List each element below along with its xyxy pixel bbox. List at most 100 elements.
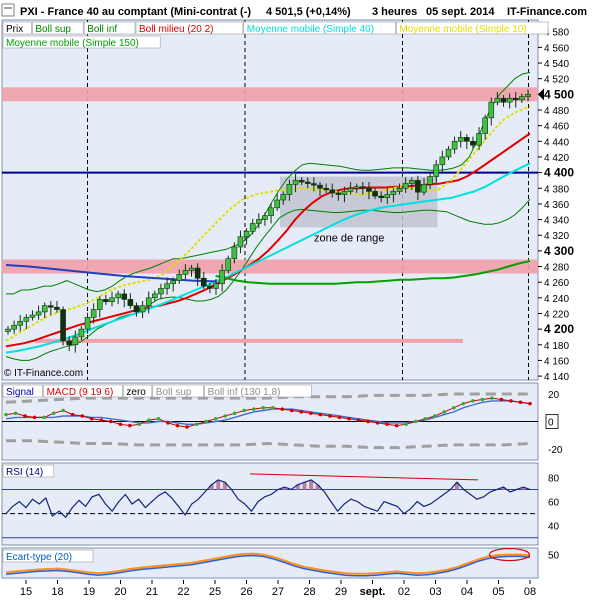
macd-point (223, 414, 227, 418)
header-price: 4 501,5 (+0,14%) (266, 6, 351, 18)
candle-body (470, 141, 476, 146)
main-y-tick-label: 4 220 (544, 309, 569, 320)
macd-point (328, 414, 332, 418)
range-zone-label: zone de range (314, 232, 384, 244)
x-tick-label: 25 (209, 586, 221, 598)
candle-body (152, 293, 158, 299)
candle-body (378, 195, 384, 198)
x-tick-label: 29 (335, 586, 347, 598)
candle-body (231, 246, 238, 259)
candle-body (200, 277, 207, 287)
main-y-tick-label: 4 240 (544, 294, 569, 305)
macd-point (99, 418, 104, 422)
candle-body (427, 176, 433, 185)
candle-body (415, 180, 421, 193)
candle-body (109, 297, 115, 303)
candle-body (353, 186, 360, 189)
candle-body (90, 309, 97, 318)
candle-body (225, 258, 232, 271)
candle-body (384, 194, 391, 198)
candle-body (5, 328, 11, 332)
macd-point (23, 414, 27, 418)
macd-point (42, 415, 46, 420)
macd-point (270, 405, 275, 410)
candle-body (213, 283, 219, 289)
macd-point (32, 415, 37, 420)
macd-point (166, 421, 170, 425)
candle-body (72, 336, 79, 346)
candle-body (451, 141, 458, 150)
macd-y-tick-label: 20 (548, 390, 560, 401)
candle-body (421, 184, 427, 193)
candle-body (488, 101, 495, 119)
chart-canvas: PXI - France 40 au comptant (Mini-contra… (0, 0, 600, 600)
candle-body (66, 340, 72, 346)
macd-point (137, 422, 142, 427)
candle-body (494, 97, 501, 103)
x-tick-label: 22 (177, 586, 189, 598)
rsi-y-tick-label: 80 (548, 473, 560, 484)
macd-point (375, 421, 380, 425)
macd-point (204, 419, 208, 424)
candle-body (23, 317, 30, 322)
macd-point (451, 405, 456, 410)
candle-body (243, 231, 250, 238)
x-tick-label: 28 (303, 586, 315, 598)
candle-body (115, 293, 121, 299)
macd-point (318, 412, 323, 417)
macd-point (118, 422, 123, 427)
candle-body (280, 194, 287, 201)
main-y-tick-label: 4 360 (544, 200, 569, 211)
main-y-tick-label: 4 540 (544, 59, 569, 70)
main-legend-item-3: Boll milieu (20 2) (139, 24, 213, 35)
main-legend-item-0: Prix (6, 24, 23, 35)
x-tick-label: 18 (51, 586, 63, 598)
candle-body (298, 180, 305, 183)
main-panel-frame (1, 19, 539, 381)
candle-body (96, 299, 103, 310)
macd-point (4, 412, 8, 417)
macd-point (366, 419, 370, 424)
main-y-tick-label: 4 560 (544, 43, 569, 54)
macd-point (309, 411, 313, 416)
candle-body (329, 189, 336, 194)
main-y-tick-label: 4 520 (544, 75, 569, 86)
macd-point (528, 401, 532, 406)
main-legend-item-4: Moyenne mobile (Simple 40) (247, 24, 374, 35)
main-y-tick-label: 4 420 (544, 153, 569, 164)
candle-body (237, 236, 244, 248)
main-y-tick-label: 4 260 (544, 278, 569, 289)
candle-body (304, 181, 311, 184)
candle-body (158, 288, 164, 295)
candle-body (396, 187, 403, 192)
macd-point (51, 411, 56, 416)
macd-point (499, 397, 504, 402)
macd-point (461, 401, 466, 406)
level-band-4500 (2, 87, 538, 102)
candle-body (133, 305, 140, 313)
macd-point (242, 408, 246, 413)
macd-point (280, 407, 285, 411)
candle-body (512, 97, 519, 101)
candle-body (500, 97, 507, 103)
macd-point (471, 399, 475, 403)
header-brand: IT-Finance.com (507, 6, 587, 18)
x-tick-label: 08 (524, 586, 536, 598)
macd-point (194, 422, 199, 427)
macd-point (13, 411, 18, 416)
macd-value-box-label: 0 (548, 418, 554, 429)
macd-point (518, 400, 523, 405)
candle-body (482, 117, 488, 134)
macd-point (232, 411, 237, 416)
candle-body (139, 305, 146, 313)
rsi-y-tick-label: 40 (548, 522, 560, 533)
candle-body (48, 305, 54, 308)
candle-body (84, 317, 91, 330)
macd-point (89, 416, 94, 421)
main-legend-item-2: Boll inf (87, 24, 117, 35)
x-tick-label: sept. (360, 586, 386, 598)
macd-legend-item-0: Signal (6, 387, 34, 398)
macd-point (337, 415, 342, 420)
header-instrument: PXI - France 40 au comptant (Mini-contra… (20, 6, 251, 18)
macd-legend-item-2: zero (126, 387, 146, 398)
